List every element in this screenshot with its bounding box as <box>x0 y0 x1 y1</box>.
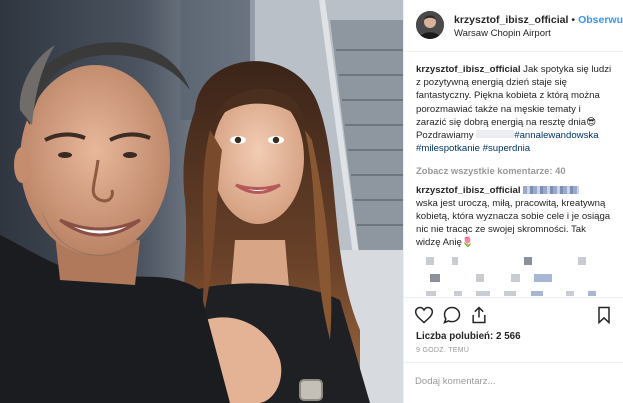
hashtag-link[interactable]: #superdnia <box>483 143 530 154</box>
blurred-mention <box>523 186 580 195</box>
comment-button[interactable] <box>442 305 462 325</box>
blurred-text <box>426 256 434 265</box>
header-separator: • <box>571 14 576 26</box>
post-timestamp[interactable]: 9 GODZ. TEMU <box>416 347 469 354</box>
share-button[interactable] <box>469 305 489 325</box>
caption: krzysztof_ibisz_official Jak spotyka się… <box>416 63 612 155</box>
post-side-panel: krzysztof_ibisz_official • Obserwuj Warsaw… <box>403 0 623 403</box>
blurred-text <box>588 290 596 296</box>
blurred-comment-row <box>416 289 612 296</box>
likes-value: 2 566 <box>496 331 521 342</box>
post-header: krzysztof_ibisz_official • Obserwuj Warsaw… <box>404 0 623 52</box>
header-username[interactable]: krzysztof_ibisz_official <box>454 14 568 26</box>
blurred-text <box>578 256 586 265</box>
comment-username[interactable]: krzysztof_ibisz_official <box>416 185 521 196</box>
location-link[interactable]: Warsaw Chopin Airport <box>454 28 551 39</box>
blurred-text <box>454 290 462 296</box>
save-button[interactable] <box>594 305 614 325</box>
add-comment-area <box>404 362 623 403</box>
blurred-text <box>426 290 436 296</box>
avatar[interactable] <box>416 11 444 39</box>
blurred-text <box>504 290 516 296</box>
comments-section: krzysztof_ibisz_official Jak spotyka się… <box>404 53 623 296</box>
blurred-comment-row <box>416 272 612 284</box>
blurred-text <box>476 290 490 296</box>
blurred-comment-row <box>416 255 612 267</box>
post-actions-bar <box>404 297 623 331</box>
header-username-line: krzysztof_ibisz_official • Obserwuj <box>454 14 623 26</box>
share-icon <box>472 306 486 324</box>
blurred-text <box>524 256 532 265</box>
comment: krzysztof_ibisz_official wska jest urocz… <box>416 184 612 250</box>
blurred-text <box>476 273 484 282</box>
comment-text: wska jest uroczą, miłą, pracowitą, kreat… <box>416 197 611 249</box>
comment-icon <box>443 306 461 324</box>
add-comment-input[interactable] <box>415 372 605 390</box>
view-all-comments-link[interactable]: Zobacz wszystkie komentarze: 40 <box>416 164 612 177</box>
likes-label: Liczba polubień: <box>416 331 494 342</box>
blurred-text <box>566 290 574 296</box>
post-photo-illustration <box>0 0 403 403</box>
blurred-text <box>511 273 520 282</box>
heart-icon <box>414 306 434 324</box>
blurred-text <box>430 273 440 282</box>
hashtag-link[interactable]: #annalewandowska <box>514 130 598 141</box>
like-button[interactable] <box>414 305 434 325</box>
post-photo[interactable] <box>0 0 403 403</box>
bookmark-icon <box>598 306 610 325</box>
likes-count[interactable]: Liczba polubień: 2 566 <box>416 331 521 342</box>
follow-button[interactable]: Obserwuj <box>578 14 623 26</box>
blurred-text <box>531 290 543 296</box>
caption-username[interactable]: krzysztof_ibisz_official <box>416 64 521 75</box>
hashtag-link[interactable]: #milespotkanie <box>416 143 480 154</box>
blurred-text <box>452 256 458 265</box>
blurred-text <box>534 273 552 282</box>
blurred-mention <box>476 130 515 139</box>
avatar-image <box>416 11 444 39</box>
